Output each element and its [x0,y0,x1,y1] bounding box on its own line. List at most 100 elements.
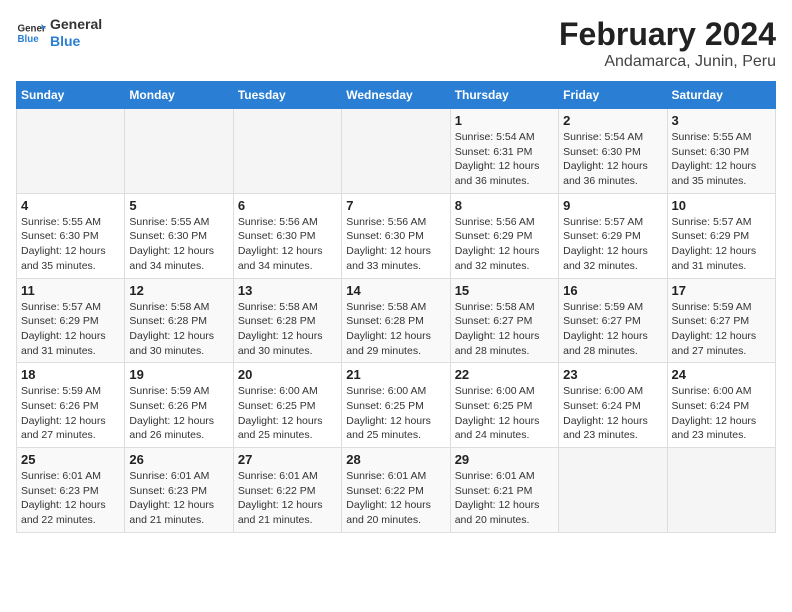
logo: General Blue General Blue [16,16,102,50]
day-number: 17 [672,283,771,298]
day-cell: 8 Sunrise: 5:56 AM Sunset: 6:29 PM Daylig… [450,193,558,278]
day-cell: 29 Sunrise: 6:01 AM Sunset: 6:21 PM Dayli… [450,448,558,533]
calendar-table: SundayMondayTuesdayWednesdayThursdayFrid… [16,81,776,533]
day-number: 20 [238,367,337,382]
day-number: 1 [455,113,554,128]
day-cell: 27 Sunrise: 6:01 AM Sunset: 6:22 PM Dayli… [233,448,341,533]
day-info: Sunrise: 6:00 AM Sunset: 6:25 PM Dayligh… [238,384,337,443]
day-cell: 22 Sunrise: 6:00 AM Sunset: 6:25 PM Dayli… [450,363,558,448]
day-cell [667,448,775,533]
day-info: Sunrise: 6:01 AM Sunset: 6:21 PM Dayligh… [455,469,554,528]
day-cell: 6 Sunrise: 5:56 AM Sunset: 6:30 PM Daylig… [233,193,341,278]
week-row-3: 11 Sunrise: 5:57 AM Sunset: 6:29 PM Dayli… [17,278,776,363]
header-monday: Monday [125,82,233,109]
day-cell: 10 Sunrise: 5:57 AM Sunset: 6:29 PM Dayli… [667,193,775,278]
day-cell: 14 Sunrise: 5:58 AM Sunset: 6:28 PM Dayli… [342,278,450,363]
header-thursday: Thursday [450,82,558,109]
calendar-subtitle: Andamarca, Junin, Peru [559,53,776,71]
day-cell: 26 Sunrise: 6:01 AM Sunset: 6:23 PM Dayli… [125,448,233,533]
day-number: 4 [21,198,120,213]
week-row-4: 18 Sunrise: 5:59 AM Sunset: 6:26 PM Dayli… [17,363,776,448]
day-number: 24 [672,367,771,382]
day-cell: 17 Sunrise: 5:59 AM Sunset: 6:27 PM Dayli… [667,278,775,363]
svg-text:Blue: Blue [18,34,40,45]
day-info: Sunrise: 5:58 AM Sunset: 6:28 PM Dayligh… [346,300,445,359]
day-info: Sunrise: 5:59 AM Sunset: 6:27 PM Dayligh… [672,300,771,359]
day-number: 5 [129,198,228,213]
day-number: 29 [455,452,554,467]
day-info: Sunrise: 5:58 AM Sunset: 6:27 PM Dayligh… [455,300,554,359]
day-info: Sunrise: 6:00 AM Sunset: 6:25 PM Dayligh… [346,384,445,443]
day-info: Sunrise: 5:56 AM Sunset: 6:30 PM Dayligh… [238,215,337,274]
header-tuesday: Tuesday [233,82,341,109]
header-wednesday: Wednesday [342,82,450,109]
day-cell: 19Sunrise: 5:59 AM Sunset: 6:26 PM Dayli… [125,363,233,448]
day-number: 2 [563,113,662,128]
day-cell: 1 Sunrise: 5:54 AM Sunset: 6:31 PM Daylig… [450,109,558,194]
day-cell [17,109,125,194]
day-info: Sunrise: 5:57 AM Sunset: 6:29 PM Dayligh… [21,300,120,359]
header-saturday: Saturday [667,82,775,109]
day-cell: 16 Sunrise: 5:59 AM Sunset: 6:27 PM Dayli… [559,278,667,363]
day-info: Sunrise: 5:58 AM Sunset: 6:28 PM Dayligh… [129,300,228,359]
day-info: Sunrise: 6:01 AM Sunset: 6:23 PM Dayligh… [21,469,120,528]
day-cell: 18 Sunrise: 5:59 AM Sunset: 6:26 PM Dayli… [17,363,125,448]
day-cell: 11 Sunrise: 5:57 AM Sunset: 6:29 PM Dayli… [17,278,125,363]
day-info: Sunrise: 6:01 AM Sunset: 6:22 PM Dayligh… [346,469,445,528]
day-cell: 24 Sunrise: 6:00 AM Sunset: 6:24 PM Dayli… [667,363,775,448]
title-area: February 2024 Andamarca, Junin, Peru [559,16,776,71]
day-info: Sunrise: 6:00 AM Sunset: 6:24 PM Dayligh… [563,384,662,443]
day-info: Sunrise: 6:01 AM Sunset: 6:23 PM Dayligh… [129,469,228,528]
day-info: Sunrise: 5:54 AM Sunset: 6:31 PM Dayligh… [455,130,554,189]
day-cell: 20 Sunrise: 6:00 AM Sunset: 6:25 PM Dayli… [233,363,341,448]
day-info: Sunrise: 6:01 AM Sunset: 6:22 PM Dayligh… [238,469,337,528]
day-cell: 7Sunrise: 5:56 AM Sunset: 6:30 PM Daylig… [342,193,450,278]
day-info: Sunrise: 5:58 AM Sunset: 6:28 PM Dayligh… [238,300,337,359]
logo-icon: General Blue [16,18,46,48]
day-cell: 25 Sunrise: 6:01 AM Sunset: 6:23 PM Dayli… [17,448,125,533]
day-info: Sunrise: 5:56 AM Sunset: 6:29 PM Dayligh… [455,215,554,274]
day-number: 19 [129,367,228,382]
day-cell [233,109,341,194]
day-info: Sunrise: 5:59 AM Sunset: 6:26 PM Dayligh… [21,384,120,443]
day-cell: 28 Sunrise: 6:01 AM Sunset: 6:22 PM Dayli… [342,448,450,533]
day-number: 22 [455,367,554,382]
day-number: 16 [563,283,662,298]
day-cell: 5 Sunrise: 5:55 AM Sunset: 6:30 PM Daylig… [125,193,233,278]
day-number: 11 [21,283,120,298]
day-info: Sunrise: 5:59 AM Sunset: 6:27 PM Dayligh… [563,300,662,359]
day-number: 10 [672,198,771,213]
day-cell: 4Sunrise: 5:55 AM Sunset: 6:30 PM Daylig… [17,193,125,278]
day-info: Sunrise: 6:00 AM Sunset: 6:24 PM Dayligh… [672,384,771,443]
day-info: Sunrise: 6:00 AM Sunset: 6:25 PM Dayligh… [455,384,554,443]
header-sunday: Sunday [17,82,125,109]
week-row-5: 25 Sunrise: 6:01 AM Sunset: 6:23 PM Dayli… [17,448,776,533]
day-number: 14 [346,283,445,298]
day-number: 18 [21,367,120,382]
calendar-header-row: SundayMondayTuesdayWednesdayThursdayFrid… [17,82,776,109]
week-row-2: 4 Sunrise: 5:55 AM Sunset: 6:30 PM Daylig… [17,193,776,278]
day-info: Sunrise: 5:56 AM Sunset: 6:30 PM Dayligh… [346,215,445,274]
day-number: 21 [346,367,445,382]
day-number: 3 [672,113,771,128]
day-cell: 9Sunrise: 5:57 AM Sunset: 6:29 PM Daylig… [559,193,667,278]
day-number: 8 [455,198,554,213]
day-number: 25 [21,452,120,467]
day-number: 26 [129,452,228,467]
day-number: 23 [563,367,662,382]
day-cell: 3Sunrise: 5:55 AM Sunset: 6:30 PM Daylig… [667,109,775,194]
day-cell: 13Sunrise: 5:58 AM Sunset: 6:28 PM Dayli… [233,278,341,363]
day-number: 6 [238,198,337,213]
day-number: 28 [346,452,445,467]
day-number: 27 [238,452,337,467]
day-info: Sunrise: 5:57 AM Sunset: 6:29 PM Dayligh… [672,215,771,274]
day-cell: 21 Sunrise: 6:00 AM Sunset: 6:25 PM Dayli… [342,363,450,448]
logo-general: General [50,16,102,33]
day-info: Sunrise: 5:57 AM Sunset: 6:29 PM Dayligh… [563,215,662,274]
day-info: Sunrise: 5:54 AM Sunset: 6:30 PM Dayligh… [563,130,662,189]
header: General Blue General Blue February 2024 … [16,16,776,71]
day-info: Sunrise: 5:55 AM Sunset: 6:30 PM Dayligh… [129,215,228,274]
calendar-title: February 2024 [559,16,776,53]
week-row-1: 1 Sunrise: 5:54 AM Sunset: 6:31 PM Daylig… [17,109,776,194]
day-cell: 2 Sunrise: 5:54 AM Sunset: 6:30 PM Daylig… [559,109,667,194]
